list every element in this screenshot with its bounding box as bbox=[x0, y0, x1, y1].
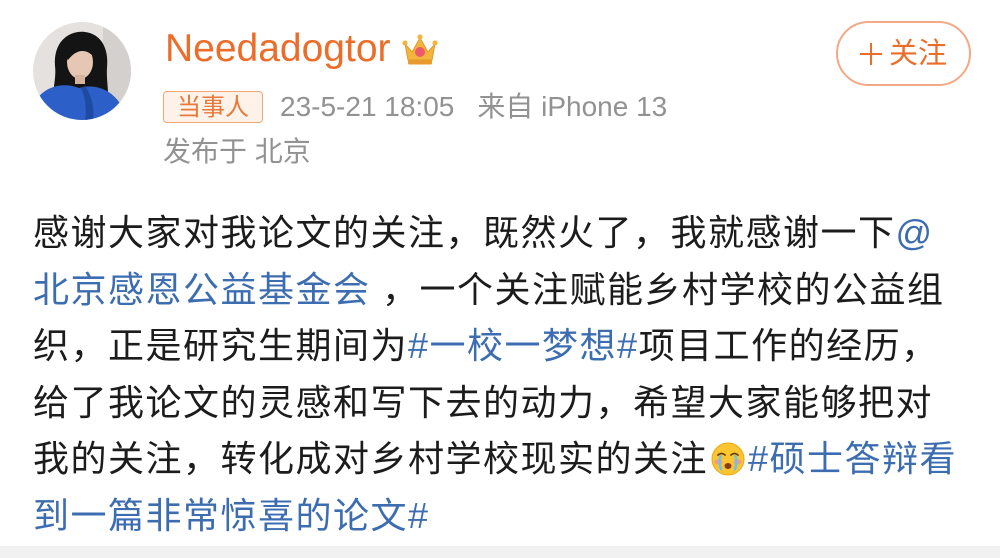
post-source: 来自 iPhone 13 bbox=[477, 91, 668, 122]
post-line: 北京感恩公益基金会 ，一个关注赋能乡村学校的公益组 bbox=[33, 262, 983, 319]
post-body: 感谢大家对我论文的关注，既然火了，我就感谢一下@ 北京感恩公益基金会 ，一个关注… bbox=[33, 205, 983, 544]
hashtag-link[interactable]: #一校一梦想# bbox=[408, 325, 639, 366]
hashtag-link[interactable]: 到一篇非常惊喜的论文# bbox=[33, 495, 430, 536]
post-location: 发布于 北京 bbox=[163, 136, 311, 167]
post-line: 织，正是研究生期间为#一校一梦想#项目工作的经历， bbox=[33, 318, 983, 375]
post-timestamp[interactable]: 23-5-21 18:05 bbox=[280, 91, 454, 123]
user-header: Needadogtor bbox=[165, 26, 439, 72]
post-text: ，一个关注赋能乡村学校的公益组 bbox=[370, 268, 945, 310]
post-meta: 当事人 23-5-21 18:05 来自 iPhone 13 bbox=[163, 91, 667, 123]
mention-link[interactable]: @ bbox=[896, 212, 934, 253]
avatar[interactable] bbox=[33, 22, 131, 120]
post-text: 织，正是研究生期间为 bbox=[33, 325, 409, 366]
follow-button-label: 关注 bbox=[888, 37, 947, 70]
follow-button[interactable]: 关注 bbox=[836, 21, 971, 86]
post-text: 感谢大家对我论文的关注，既然火了，我就感谢一下 bbox=[33, 212, 896, 253]
post-text: 我的关注，转化成对乡村学校现实的关注 bbox=[33, 438, 709, 479]
mention-link[interactable]: 北京感恩公益基金会 bbox=[33, 269, 371, 310]
username[interactable]: Needadogtor bbox=[165, 26, 391, 72]
hashtag-link[interactable]: #硕士答辩看 bbox=[748, 438, 957, 479]
post-line: 感谢大家对我论文的关注，既然火了，我就感谢一下@ bbox=[33, 205, 983, 262]
bottom-divider bbox=[0, 546, 1000, 558]
post-line: 给了我论文的灵感和写下去的动力，希望大家能够把对 bbox=[33, 375, 983, 432]
vip-crown-icon[interactable] bbox=[401, 30, 439, 68]
role-badge: 当事人 bbox=[163, 91, 263, 123]
plus-icon bbox=[859, 42, 882, 65]
post-text: 项目工作的经历， bbox=[638, 325, 939, 366]
post-line: 到一篇非常惊喜的论文# bbox=[33, 488, 983, 545]
weibo-post-card: Needadogtor 关注 当事人 23-5-21 18:05 来自 iPho… bbox=[0, 0, 1000, 558]
post-text: 给了我论文的灵感和写下去的动力，希望大家能够把对 bbox=[33, 381, 934, 423]
crying-face-emoji-icon bbox=[710, 441, 746, 477]
post-line: 我的关注，转化成对乡村学校现实的关注 #硕士答辩看 bbox=[33, 431, 983, 488]
